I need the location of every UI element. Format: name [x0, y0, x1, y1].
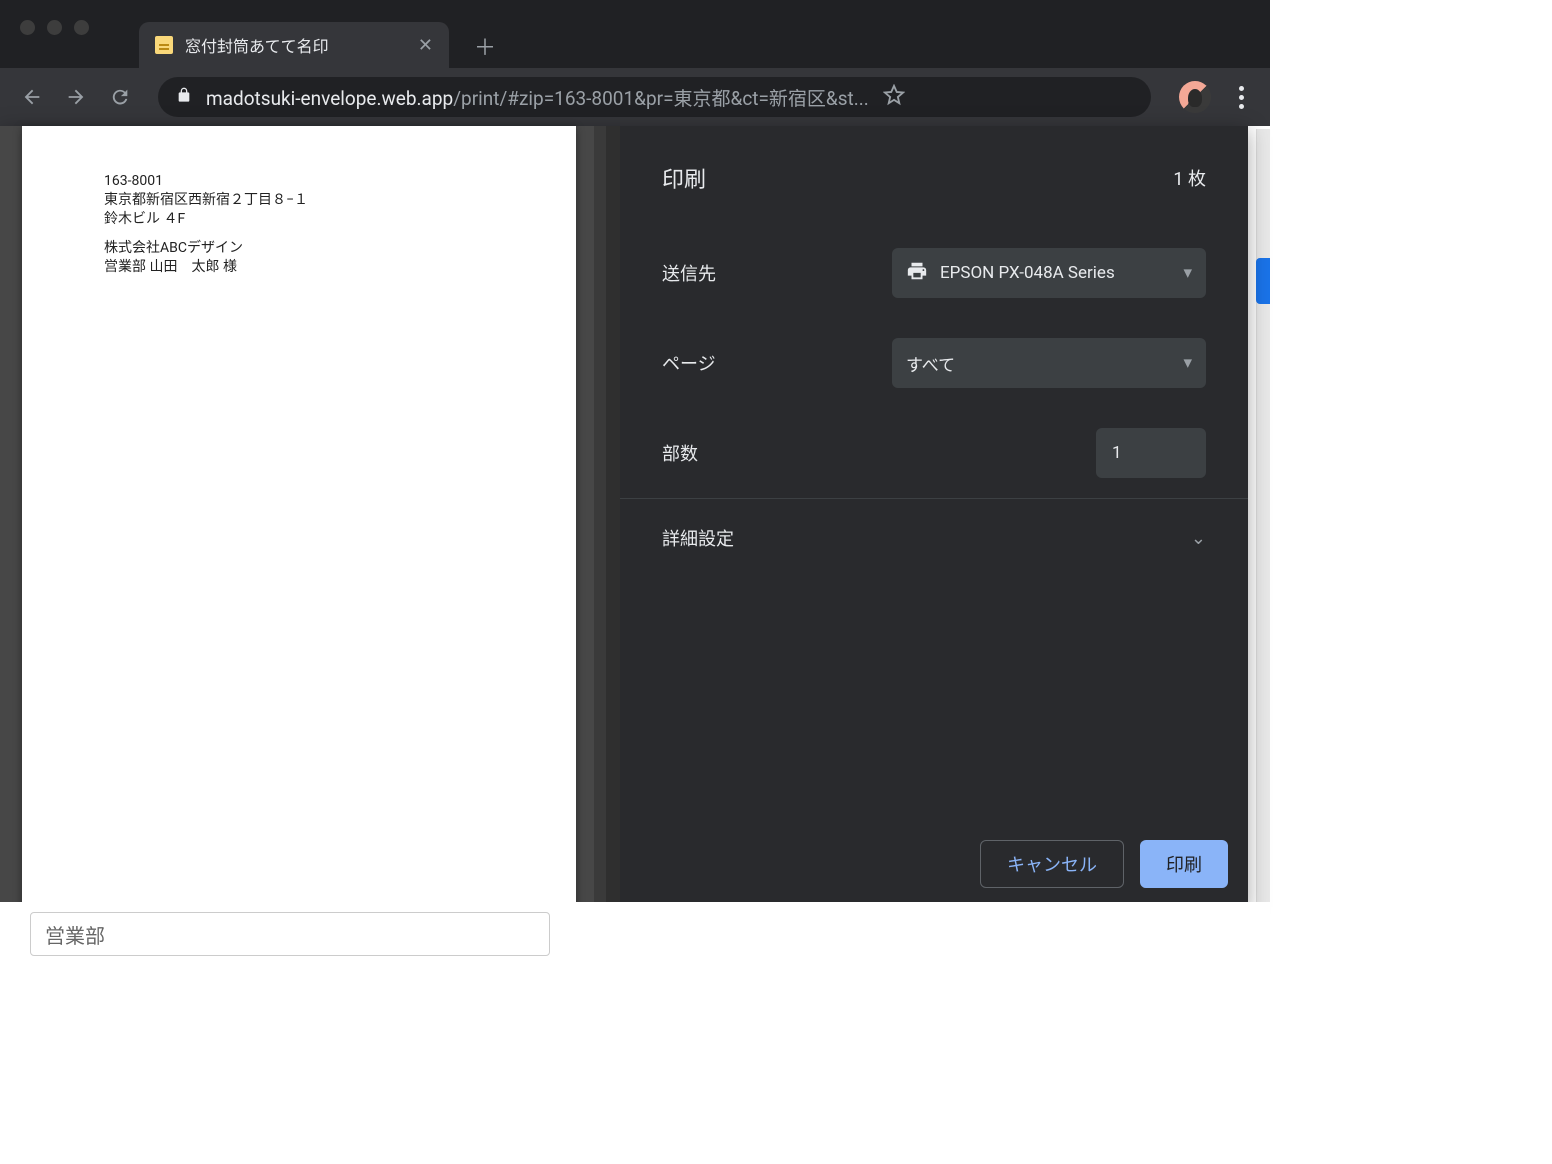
print-button[interactable]: 印刷	[1140, 840, 1228, 888]
close-window-button[interactable]	[20, 20, 35, 35]
url-host: madotsuki-envelope.web.app	[206, 87, 453, 110]
print-label: 印刷	[1166, 851, 1202, 877]
browser-tabs: 窓付封筒あてて名印 ✕ ＋	[139, 12, 503, 68]
underlying-input-value: 営業部	[45, 920, 105, 949]
browser-tab-active[interactable]: 窓付封筒あてて名印 ✕	[139, 22, 449, 68]
window-titlebar: 窓付封筒あてて名印 ✕ ＋	[0, 0, 1270, 68]
sheet-count: 1 枚	[1173, 165, 1206, 191]
more-settings-toggle[interactable]: 詳細設定 ⌄	[620, 498, 1248, 577]
minimize-window-button[interactable]	[47, 20, 62, 35]
cancel-label: キャンセル	[1007, 851, 1097, 877]
forward-button[interactable]	[60, 81, 92, 113]
content-area: 163-8001 東京都新宿区西新宿２丁目８−１ 鈴木ビル ４F 株式会社ABC…	[0, 126, 1270, 952]
bookmark-star-icon[interactable]	[883, 84, 905, 110]
copies-value: 1	[1112, 443, 1122, 463]
url-text: madotsuki-envelope.web.app/print/#zip=16…	[206, 84, 869, 111]
preview-scrollbar-outer	[606, 126, 620, 910]
preview-line: 163-8001	[104, 172, 576, 191]
underlying-text-input[interactable]: 営業部	[30, 912, 550, 956]
preview-line: 営業部 山田 太郎 様	[104, 258, 576, 277]
dialog-footer: キャンセル 印刷	[620, 840, 1248, 910]
pages-value: すべて	[906, 351, 1192, 376]
destination-select[interactable]: EPSON PX-048A Series ▾	[892, 248, 1206, 298]
reload-button[interactable]	[104, 81, 136, 113]
back-button[interactable]	[16, 81, 48, 113]
print-preview-pane: 163-8001 東京都新宿区西新宿２丁目８−１ 鈴木ビル ４F 株式会社ABC…	[0, 126, 620, 910]
maximize-window-button[interactable]	[74, 20, 89, 35]
preview-line: 鈴木ビル ４F	[104, 210, 576, 229]
underlying-page: 営業部	[0, 902, 1270, 982]
more-settings-label: 詳細設定	[662, 525, 734, 551]
print-header: 印刷 1 枚	[620, 126, 1248, 228]
underlying-print-button-peek	[1256, 258, 1270, 304]
close-tab-icon[interactable]: ✕	[418, 35, 433, 56]
traffic-lights	[0, 12, 89, 35]
copies-row: 部数 1	[662, 408, 1206, 498]
printer-icon	[906, 260, 928, 287]
preview-line: 株式会社ABCデザイン	[104, 239, 576, 258]
preview-line: 東京都新宿区西新宿２丁目８−１	[104, 191, 576, 210]
pages-row: ページ すべて ▾	[662, 318, 1206, 408]
print-settings-pane: 印刷 1 枚 送信先 EPSON PX-048A Series ▾ ページ	[620, 126, 1248, 910]
copies-input[interactable]: 1	[1096, 428, 1206, 478]
pages-label: ページ	[662, 350, 716, 376]
cancel-button[interactable]: キャンセル	[980, 840, 1124, 888]
page-scrollbar[interactable]	[1256, 129, 1270, 952]
preview-scrollbar-track[interactable]	[594, 126, 606, 910]
lock-icon	[176, 87, 192, 107]
print-title: 印刷	[662, 162, 706, 194]
browser-toolbar: madotsuki-envelope.web.app/print/#zip=16…	[0, 68, 1270, 126]
browser-menu-button[interactable]	[1229, 86, 1254, 109]
destination-row: 送信先 EPSON PX-048A Series ▾	[662, 228, 1206, 318]
pages-select[interactable]: すべて ▾	[892, 338, 1206, 388]
print-dialog: 163-8001 東京都新宿区西新宿２丁目８−１ 鈴木ビル ４F 株式会社ABC…	[0, 126, 1248, 910]
new-tab-button[interactable]: ＋	[467, 28, 503, 64]
copies-label: 部数	[662, 440, 698, 466]
chevron-down-icon: ⌄	[1191, 528, 1206, 549]
chevron-down-icon: ▾	[1183, 353, 1192, 373]
favicon-icon	[155, 36, 173, 54]
profile-avatar[interactable]	[1179, 81, 1211, 113]
destination-label: 送信先	[662, 260, 716, 286]
chevron-down-icon: ▾	[1183, 263, 1192, 283]
url-path: /print/#zip=163-8001&pr=東京都&ct=新宿区&st...	[453, 87, 869, 110]
preview-page: 163-8001 東京都新宿区西新宿２丁目８−１ 鈴木ビル ４F 株式会社ABC…	[22, 126, 576, 910]
address-bar[interactable]: madotsuki-envelope.web.app/print/#zip=16…	[158, 77, 1151, 117]
tab-title: 窓付封筒あてて名印	[185, 33, 406, 57]
destination-value: EPSON PX-048A Series	[940, 263, 1192, 283]
